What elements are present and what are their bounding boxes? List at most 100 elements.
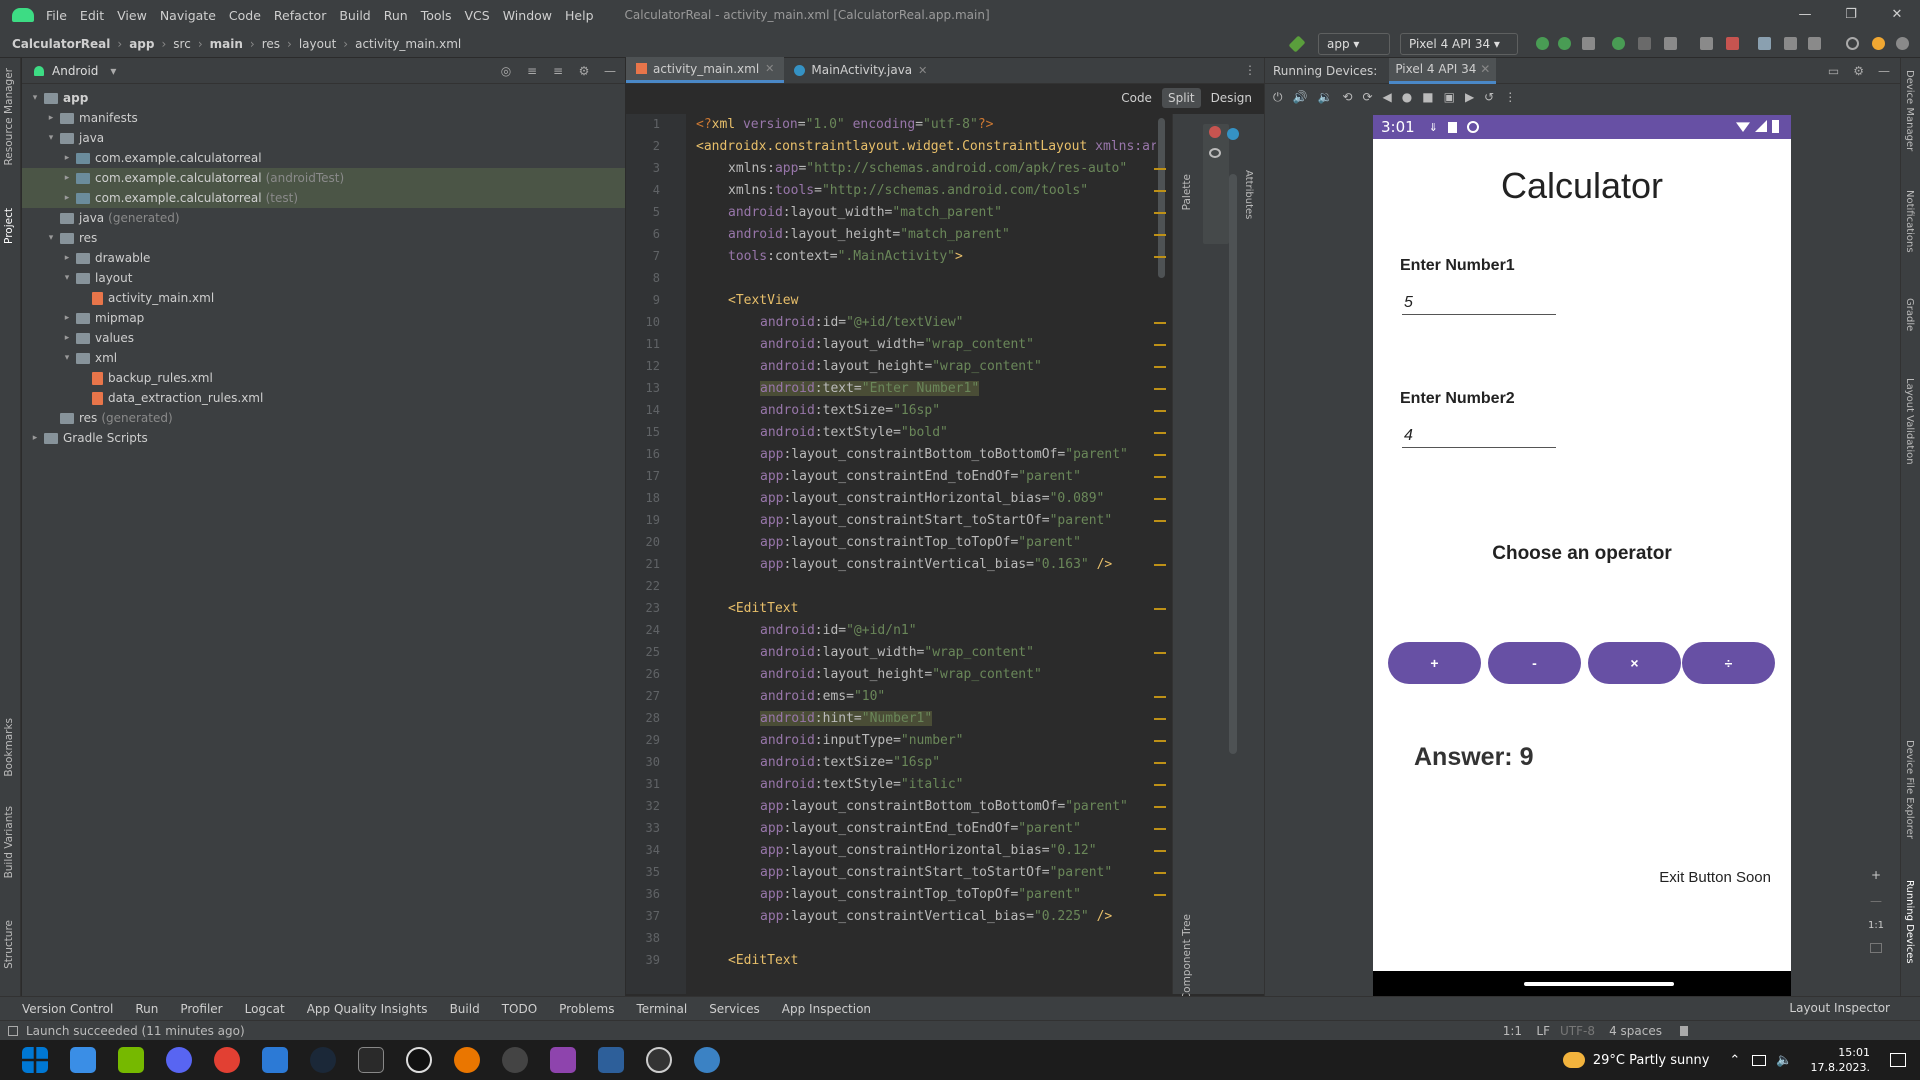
nvidia-icon[interactable] [118,1047,144,1073]
multiply-button[interactable]: × [1588,642,1681,684]
divide-button[interactable]: ÷ [1682,642,1775,684]
subtract-button[interactable]: - [1488,642,1581,684]
back-icon[interactable]: ◀ [1383,90,1392,104]
layout-inspector-tab[interactable]: Layout Inspector [1789,1001,1890,1015]
menu-code[interactable]: Code [229,8,261,23]
discord-icon[interactable] [166,1047,192,1073]
menu-file[interactable]: File [46,8,67,23]
gear-icon[interactable]: ⚙ [577,64,591,78]
tree-item[interactable]: ▸ values [22,328,625,348]
record-icon[interactable]: ▶ [1465,90,1474,104]
warning-marker[interactable] [1154,344,1166,346]
menu-tools[interactable]: Tools [421,8,452,23]
bottom-tab-todo[interactable]: TODO [502,1002,537,1016]
build-variants-tab[interactable]: Build Variants [3,806,15,878]
add-button[interactable]: + [1388,642,1481,684]
clock[interactable]: 15:01 17.8.2023. [1811,1045,1870,1075]
notification-center-icon[interactable] [1890,1053,1906,1067]
rerun-icon[interactable] [1582,37,1595,50]
warning-marker[interactable] [1154,784,1166,786]
breadcrumb-item[interactable]: layout [299,37,336,51]
file-encoding[interactable]: UTF-8 [1560,1024,1595,1038]
warning-marker[interactable] [1154,850,1166,852]
expand-arrow-icon[interactable]: ▸ [44,113,58,123]
bottom-tab-app-quality-insights[interactable]: App Quality Insights [307,1002,428,1016]
warning-marker[interactable] [1154,762,1166,764]
breadcrumb-item[interactable]: src [173,37,191,51]
zoom-out-button[interactable]: — [1870,894,1882,908]
mode-design-button[interactable]: Design [1205,88,1258,108]
maximize-icon[interactable]: ▭ [1828,64,1839,78]
pen-app-icon[interactable] [70,1047,96,1073]
zoom-in-button[interactable]: + [1871,868,1881,882]
warning-marker[interactable] [1154,234,1166,236]
design-scrollbar[interactable] [1229,174,1237,754]
tree-item[interactable]: activity_main.xml [22,288,625,308]
expand-arrow-icon[interactable]: ▸ [28,433,42,443]
unreal-engine-icon[interactable] [406,1047,432,1073]
windows-start-icon[interactable] [22,1047,48,1073]
warning-marker[interactable] [1154,168,1166,170]
warning-marker[interactable] [1154,388,1166,390]
warning-marker[interactable] [1154,894,1166,896]
project-view-select[interactable]: Android [52,64,98,78]
eye-icon[interactable] [1209,148,1221,158]
tree-item[interactable]: data_extraction_rules.xml [22,388,625,408]
bottom-tab-run[interactable]: Run [135,1002,158,1016]
number2-input[interactable]: 4 [1402,424,1556,448]
notifications-tab[interactable]: Notifications [1904,190,1915,253]
hammer-icon[interactable] [1288,35,1306,53]
settings-icon[interactable]: ⚙ [1853,64,1864,78]
debug-icon[interactable] [1612,37,1625,50]
tree-item[interactable]: ▾ layout [22,268,625,288]
profile-icon[interactable] [1664,37,1677,50]
chevron-down-icon[interactable]: ▾ [110,64,116,78]
locate-icon[interactable]: ◎ [499,64,513,78]
status-toggle-icon[interactable] [8,1025,18,1036]
tree-item[interactable]: backup_rules.xml [22,368,625,388]
speed-app-icon[interactable] [646,1047,672,1073]
tree-item[interactable]: ▸ Gradle Scripts [22,428,625,448]
tree-item[interactable]: res (generated) [22,408,625,428]
zoom-actual-button[interactable]: 1:1 [1868,920,1884,931]
expand-arrow-icon[interactable]: ▾ [60,273,74,283]
overview-icon[interactable]: ■ [1422,90,1433,104]
chrome-icon[interactable] [214,1047,240,1073]
expand-arrow-icon[interactable]: ▸ [60,313,74,323]
menu-window[interactable]: Window [503,8,552,23]
warning-marker[interactable] [1154,454,1166,456]
restore-window-button[interactable]: ❐ [1828,0,1874,30]
fit-screen-icon[interactable] [1870,943,1882,953]
warning-marker[interactable] [1154,872,1166,874]
updates-icon[interactable] [1872,37,1885,50]
breadcrumb-item[interactable]: CalculatorReal [12,37,110,51]
lock-icon[interactable] [1680,1025,1688,1036]
menu-navigate[interactable]: Navigate [160,8,216,23]
tree-item[interactable]: ▸ mipmap [22,308,625,328]
cursor-position[interactable]: 1:1 [1503,1024,1522,1038]
minimize-window-button[interactable]: — [1782,0,1828,30]
settings-gear-icon[interactable] [1896,37,1909,50]
more-tabs-icon[interactable]: ⋮ [1244,63,1256,77]
warning-marker[interactable] [1154,718,1166,720]
mode-code-button[interactable]: Code [1115,88,1158,108]
tree-item[interactable]: ▾ xml [22,348,625,368]
warning-marker[interactable] [1154,806,1166,808]
warning-marker[interactable] [1154,366,1166,368]
bottom-tab-build[interactable]: Build [450,1002,480,1016]
bottom-tab-app-inspection[interactable]: App Inspection [782,1002,871,1016]
screenshot-icon[interactable]: ▣ [1444,90,1455,104]
menu-edit[interactable]: Edit [80,8,104,23]
close-icon[interactable]: ✕ [765,62,774,75]
indent-setting[interactable]: 4 spaces [1609,1024,1662,1038]
snapshot-icon[interactable]: ↺ [1484,90,1494,104]
component-tree-tab[interactable]: Component Tree [1181,914,1193,1000]
apply-changes-icon[interactable] [1536,37,1549,50]
warning-marker[interactable] [1154,652,1166,654]
tree-item[interactable]: ▸ com.example.calculatorreal (androidTest) [22,168,625,188]
run-config-select[interactable]: app ▾ [1318,33,1390,55]
warning-marker[interactable] [1154,410,1166,412]
tree-item[interactable]: ▾ java [22,128,625,148]
bottom-tab-problems[interactable]: Problems [559,1002,614,1016]
bottom-tab-version-control[interactable]: Version Control [22,1002,113,1016]
